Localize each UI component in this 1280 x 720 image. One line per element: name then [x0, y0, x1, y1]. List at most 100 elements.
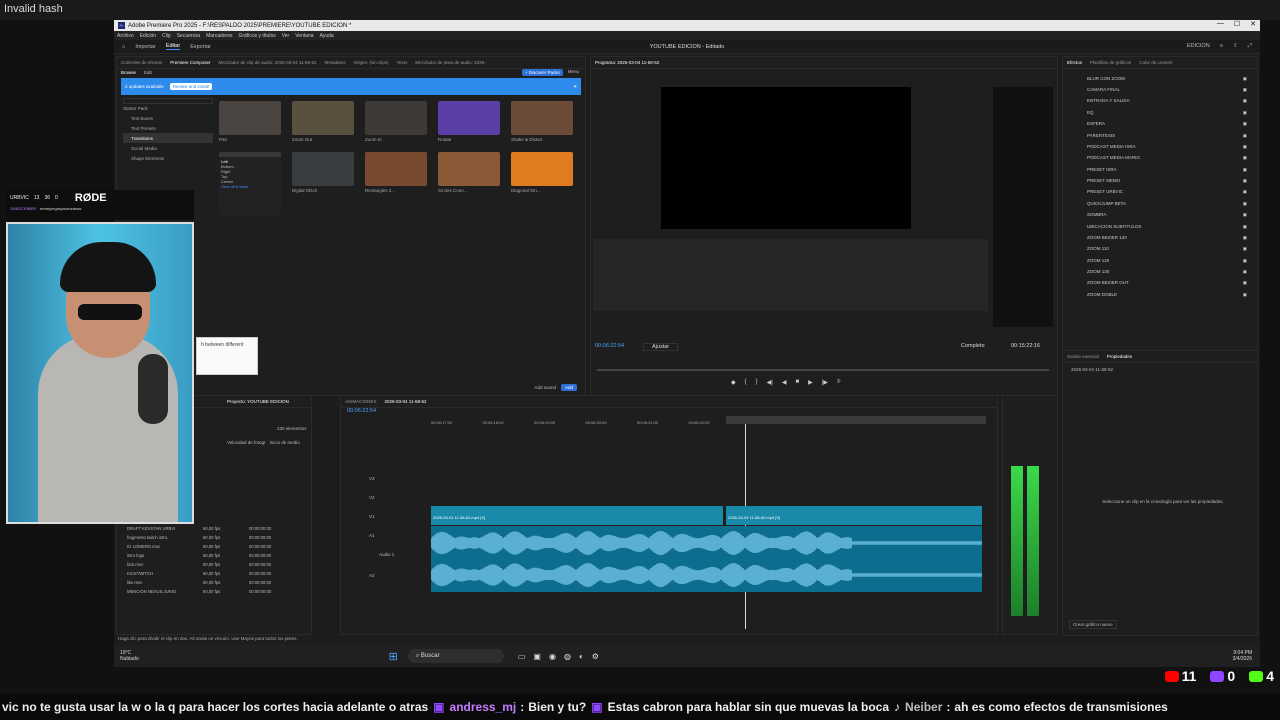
workspace-name[interactable]: EDICION	[1187, 43, 1210, 50]
program-video-frame[interactable]	[661, 87, 911, 229]
track-label[interactable]: V3	[369, 476, 375, 495]
maximize-button[interactable]: ☐	[1234, 20, 1240, 28]
table-row[interactable]: KICKTWITCH 60,00 fps 00:00:00:00	[127, 569, 307, 578]
track-label[interactable]: V2	[369, 495, 375, 514]
preset-thumbnail[interactable]: Digital Glitch	[292, 152, 354, 196]
tree-item[interactable]: Transitions	[123, 133, 213, 143]
minimize-button[interactable]: —	[1217, 20, 1224, 28]
effect-preset-item[interactable]: BLUR CON ZOOM ▣	[1087, 73, 1247, 84]
preset-thumbnail[interactable]: Circles Conn...	[438, 152, 500, 196]
tab-lumetri[interactable]: Color de Lumetri	[1139, 60, 1172, 65]
frame-forward-icon[interactable]: ▶	[808, 379, 813, 386]
effect-preset-item[interactable]: CAMARA FINAL ▣	[1087, 84, 1247, 95]
preset-thumbnail[interactable]: Zoom In	[365, 101, 427, 145]
tab-project[interactable]: Proyecto: YOUTUBE EDICION	[227, 399, 289, 404]
tab-graphics-templates[interactable]: Plantillas de gráficos	[1090, 60, 1131, 65]
tree-item[interactable]: Text Boxes	[123, 113, 213, 123]
camera-icon[interactable]: ⌾	[837, 379, 841, 386]
step-forward-icon[interactable]: |▶	[822, 379, 828, 386]
timeline-timecode[interactable]: 00:06:22:54	[347, 408, 376, 414]
effect-preset-item[interactable]: ZOOM BEZIER 120 ▣	[1087, 232, 1247, 243]
effect-preset-item[interactable]: PARENTESIS ▣	[1087, 130, 1247, 141]
menu-edicion[interactable]: Edición	[140, 33, 156, 39]
tree-item[interactable]: Text Presets	[123, 123, 213, 133]
settings-icon[interactable]: ⚙	[592, 652, 599, 661]
track-label[interactable]: A1	[369, 533, 375, 573]
audio-clip[interactable]	[430, 526, 982, 592]
preset-thumbnail[interactable]: Rectangles 2...	[365, 152, 427, 196]
out-point-icon[interactable]: }	[756, 379, 758, 386]
frame-back-icon[interactable]: ◀	[782, 379, 787, 386]
discord-icon[interactable]: ◐	[579, 652, 584, 661]
menu-clip[interactable]: Clip	[162, 33, 171, 39]
tab-clip-audio-mixer[interactable]: Mezclador de clip de audio: 2026-03-04 1…	[219, 60, 317, 65]
tab-premiere-composer[interactable]: Premiere Composer	[170, 60, 210, 65]
obs-icon[interactable]: ◍	[564, 652, 571, 661]
track-label[interactable]: A2	[369, 573, 375, 613]
effect-preset-item[interactable]: ZOOM 130 ▣	[1087, 266, 1247, 277]
menu-archivo[interactable]: Archivo	[117, 33, 134, 39]
add-sound-checkbox[interactable]: Add sound	[534, 385, 556, 390]
effect-preset-item[interactable]: ZOOM 120 ▣	[1087, 255, 1247, 266]
tree-item[interactable]: Shape Elements	[123, 153, 213, 163]
tab-track-audio-mixer[interactable]: Mezclador de pista de audio: 2026-	[415, 60, 485, 65]
effect-preset-item[interactable]: ZOOM DOBLE ▣	[1087, 289, 1247, 300]
effect-preset-item[interactable]: UBICACION SUBTITULOS ▣	[1087, 221, 1247, 232]
review-install-button[interactable]: Review and install	[169, 83, 213, 90]
program-timecode[interactable]: 00:06:22:54	[595, 343, 624, 349]
taskbar-search[interactable]: ⌕ Buscar	[407, 649, 504, 663]
tab-editar[interactable]: Editar	[165, 43, 181, 50]
table-row[interactable]: DRAFT KEVSTAN URBVI 60,00 fps 00:00:00:00	[127, 524, 307, 533]
add-button[interactable]: Add	[560, 384, 577, 391]
discover-packs-button[interactable]: + Discover Packs	[521, 69, 563, 76]
tab-text[interactable]: Texto	[397, 60, 408, 65]
tab-source[interactable]: Origen: (sin clips)	[354, 60, 389, 65]
fullscreen-icon[interactable]: ⤢	[1248, 43, 1252, 50]
effect-preset-item[interactable]: SOMBRA ▣	[1087, 210, 1247, 221]
tab-metadata[interactable]: Metadatos	[325, 60, 346, 65]
menu-graficos[interactable]: Gráficos y títulos	[238, 33, 275, 39]
marker-icon[interactable]: ◆	[731, 379, 736, 386]
fit-select[interactable]: Ajustar	[643, 343, 679, 351]
tab-exportar[interactable]: Exportar	[190, 44, 211, 50]
composer-menu-button[interactable]: Menu	[568, 69, 579, 76]
home-icon[interactable]: ⌂	[122, 44, 125, 50]
table-row[interactable]: intro logo 60,00 fps 00:00:00:00	[127, 551, 307, 560]
workspace-menu-icon[interactable]: ≡	[1220, 43, 1223, 50]
subtab-browse[interactable]: Browse	[121, 70, 136, 75]
play-icon[interactable]: ■	[795, 379, 799, 386]
menu-marcadores[interactable]: Marcadores	[206, 33, 232, 39]
menu-ventana[interactable]: Ventana	[295, 33, 313, 39]
preset-thumbnail[interactable]: Zoom Out	[292, 101, 354, 145]
video-clip[interactable]: 2026-03-04 11-58-52.mp4 [V]	[431, 506, 723, 525]
effect-preset-item[interactable]: QUICKJUMP BETA ▣	[1087, 198, 1247, 209]
tab-animaciones[interactable]: ANIMACIONES	[345, 399, 377, 404]
size-dropdown[interactable]: Left Bottom Right Top Center View all 8 …	[219, 157, 281, 215]
preset-thumbnail[interactable]: Rotate	[438, 101, 500, 145]
clock[interactable]: 9:04 PM 3/4/2026	[1233, 650, 1252, 662]
work-area-bar[interactable]	[726, 416, 986, 424]
tree-item[interactable]: Social Media	[123, 143, 213, 153]
tab-essential-sound[interactable]: Sonido esencial	[1067, 354, 1099, 359]
windows-start-icon[interactable]: ⊞	[389, 650, 398, 663]
step-back-icon[interactable]: ◀|	[767, 379, 773, 386]
preset-thumbnail[interactable]: Diagonal Stri...	[511, 152, 573, 196]
effect-preset-item[interactable]: PRESET MEMO ▣	[1087, 175, 1247, 186]
menu-ayuda[interactable]: Ayuda	[320, 33, 334, 39]
effect-preset-item[interactable]: ESFERA ▣	[1087, 119, 1247, 130]
effect-preset-item[interactable]: ZOOM BEZIER OUT ▣	[1087, 278, 1247, 289]
effect-preset-item[interactable]: PODCAST MEDIA MARIO ▣	[1087, 153, 1247, 164]
table-row[interactable]: IG LOWERD.mov 60,00 fps 00:00:00:00	[127, 542, 307, 551]
weather-widget[interactable]: 19°C Nublado	[120, 650, 139, 662]
effect-preset-item[interactable]: EQ ▣	[1087, 107, 1247, 118]
column-header[interactable]: Inicio de medio	[270, 440, 300, 445]
chrome-icon[interactable]: ◉	[549, 652, 556, 661]
effect-preset-item[interactable]: PRESET ISRA ▣	[1087, 164, 1247, 175]
effect-preset-item[interactable]: ZOOM 110 ▣	[1087, 244, 1247, 255]
program-scrubber[interactable]	[597, 369, 1049, 371]
table-row[interactable]: fragmento twitch intro. 60,00 fps 00:00:00…	[127, 533, 307, 542]
tab-program[interactable]: Programa: 2026-03-04 11-58-52	[595, 60, 659, 65]
column-header[interactable]: Velocidad de fotogr	[227, 440, 266, 445]
table-row[interactable]: kick.mov 60,00 fps 00:00:00:00	[127, 560, 307, 569]
banner-close-icon[interactable]: ✕	[573, 84, 577, 90]
